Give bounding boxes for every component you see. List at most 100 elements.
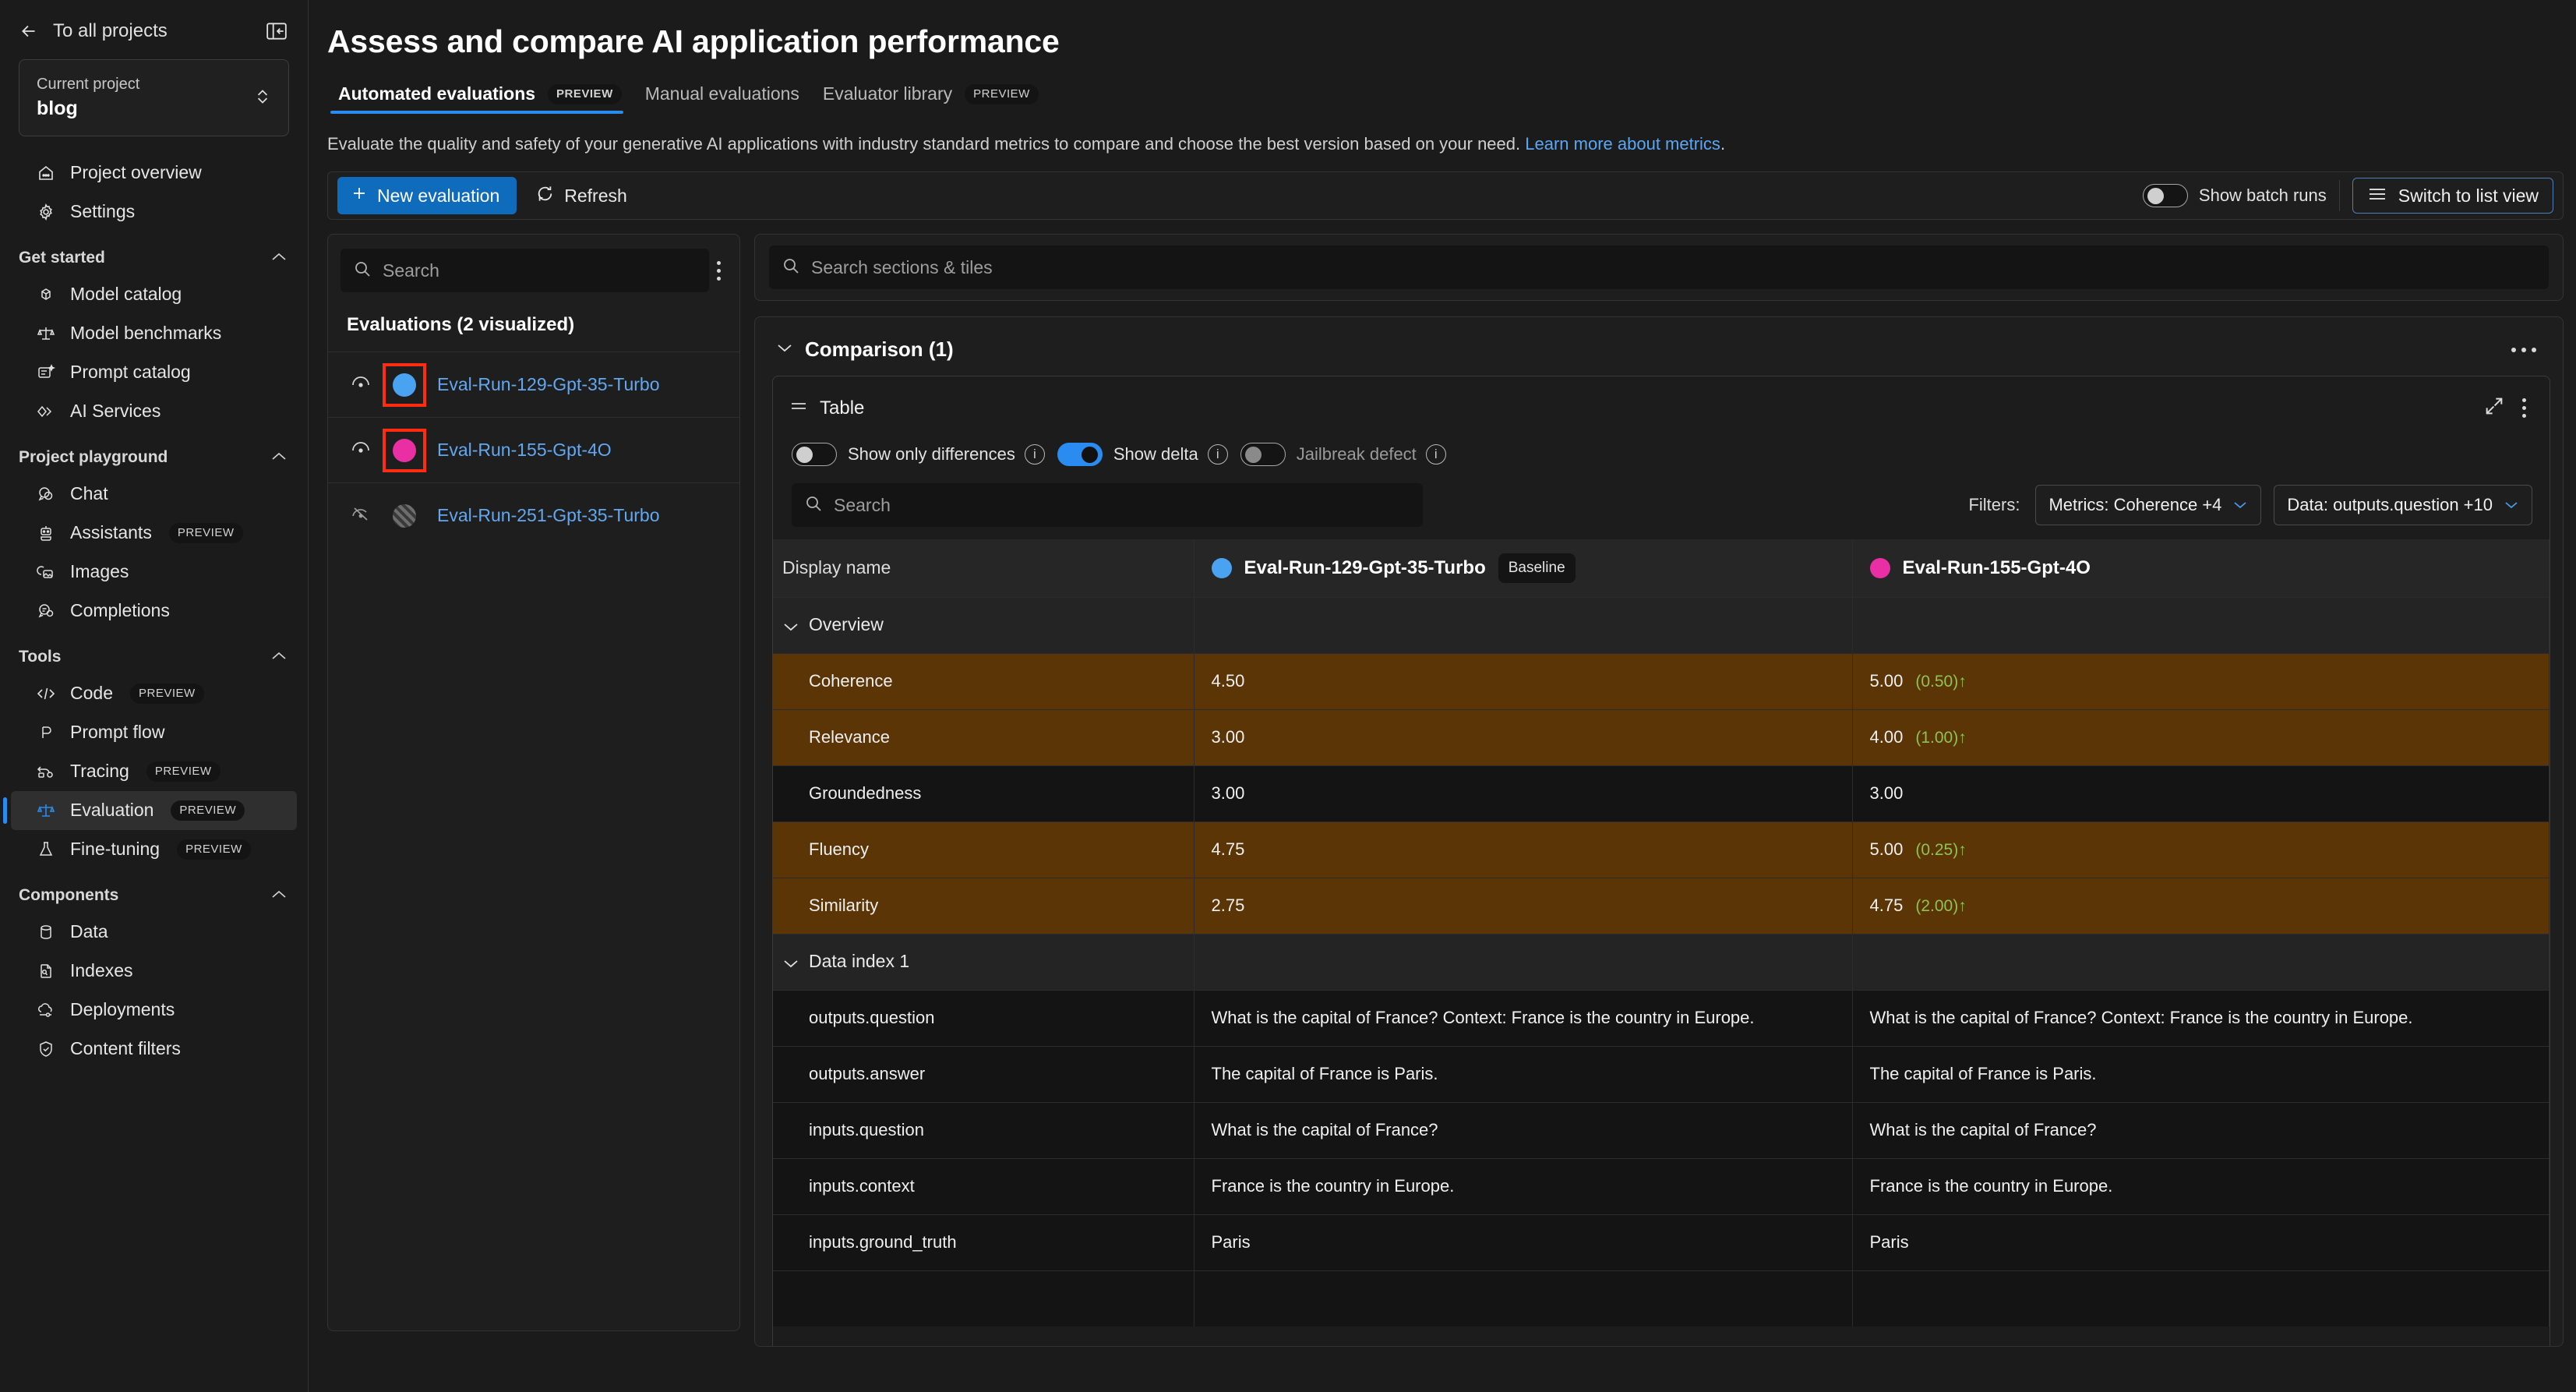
back-to-all-projects-label[interactable]: To all projects <box>53 20 168 42</box>
completions-icon <box>34 602 58 620</box>
visibility-on-icon[interactable] <box>350 440 372 461</box>
tab-evaluator-library[interactable]: Evaluator library PREVIEW <box>812 77 1051 114</box>
current-project-value: blog <box>37 97 78 119</box>
sidebar-item-ai-services[interactable]: AI Services <box>11 392 297 431</box>
chevron-updown-icon[interactable] <box>254 87 271 107</box>
field-label: inputs.question <box>773 1101 1194 1158</box>
evaluation-name-link[interactable]: Eval-Run-251-Gpt-35-Turbo <box>437 505 660 526</box>
sidebar-item-data[interactable]: Data <box>11 913 297 952</box>
field-value-run1: What is the capital of France? <box>1194 1101 1853 1158</box>
evaluation-list-item[interactable]: Eval-Run-155-Gpt-4O <box>328 417 739 482</box>
sidebar-item-prompt-catalog[interactable]: Prompt catalog <box>11 353 297 392</box>
field-value-run2: France is the country in Europe. <box>1852 1157 2550 1214</box>
switch-to-list-view-button[interactable]: Switch to list view <box>2352 178 2553 214</box>
table-section-row[interactable]: Data index 1 <box>773 933 2550 990</box>
show-only-differences-toggle[interactable] <box>792 443 837 466</box>
sidebar-group-tools[interactable]: Tools <box>0 631 308 674</box>
field-label: outputs.question <box>773 989 1194 1046</box>
sidebar-group-label: Get started <box>19 248 105 267</box>
collapse-sidebar-icon[interactable] <box>266 21 288 41</box>
expand-icon[interactable] <box>2483 395 2505 421</box>
series-color-swatch <box>1211 557 1232 578</box>
metric-value: 5.00 <box>1869 839 1904 859</box>
sidebar-group-components[interactable]: Components <box>0 869 308 913</box>
search-icon <box>782 256 800 279</box>
back-arrow-icon[interactable] <box>19 21 39 41</box>
series-color-swatch <box>1869 557 1890 578</box>
color-swatch-highlight[interactable] <box>383 428 426 472</box>
jailbreak-defect-group: Jailbreak defect i <box>1240 443 1446 466</box>
metric-label: Similarity <box>773 877 1194 934</box>
sidebar-item-indexes[interactable]: Indexes <box>11 952 297 991</box>
sections-search-box[interactable] <box>769 246 2549 289</box>
subtitle-text: Evaluate the quality and safety of your … <box>327 134 1521 154</box>
sidebar-item-chat[interactable]: Chat <box>11 475 297 514</box>
chevron-down-icon[interactable] <box>775 341 794 358</box>
sidebar-item-model-catalog[interactable]: Model catalog <box>11 275 297 314</box>
evaluations-more-options-icon[interactable] <box>709 255 729 287</box>
table-row: inputs.ground_truth Paris Paris <box>773 1214 2550 1270</box>
sidebar-item-evaluation[interactable]: Evaluation PREVIEW <box>3 790 297 830</box>
sidebar-item-content-filters[interactable]: Content filters <box>11 1030 297 1069</box>
current-project-selector[interactable]: Current project blog <box>19 59 289 136</box>
table-search-input[interactable] <box>834 494 1410 516</box>
info-icon[interactable]: i <box>1425 444 1446 465</box>
visibility-on-icon[interactable] <box>350 374 372 395</box>
sidebar-item-completions[interactable]: Completions <box>11 592 297 631</box>
new-evaluation-button[interactable]: New evaluation <box>337 177 517 214</box>
sidebar-item-label: Settings <box>70 201 136 221</box>
tab-automated-evaluations[interactable]: Automated evaluations PREVIEW <box>327 77 634 114</box>
field-label: inputs.ground_truth <box>773 1214 1194 1270</box>
color-swatch-disabled[interactable] <box>386 497 423 535</box>
table-section-row[interactable]: Overview <box>773 596 2550 653</box>
evaluation-name-link[interactable]: Eval-Run-129-Gpt-35-Turbo <box>437 374 660 395</box>
sidebar-item-code[interactable]: Code PREVIEW <box>11 674 297 713</box>
sidebar-item-tracing[interactable]: Tracing PREVIEW <box>11 752 297 791</box>
sidebar-item-images[interactable]: Images <box>11 553 297 592</box>
sidebar-item-label: Deployments <box>70 999 175 1019</box>
info-icon[interactable]: i <box>1024 444 1045 465</box>
sections-search-input[interactable] <box>811 256 2536 278</box>
evaluations-search-input[interactable] <box>383 260 697 281</box>
scales-icon <box>34 324 58 343</box>
data-filter-dropdown[interactable]: Data: outputs.question +10 <box>2274 485 2532 525</box>
sidebar-item-prompt-flow[interactable]: Prompt flow <box>11 713 297 752</box>
flask-icon <box>34 840 58 859</box>
evaluation-list-item[interactable]: Eval-Run-251-Gpt-35-Turbo <box>328 482 739 548</box>
evaluations-search-box[interactable] <box>341 249 709 292</box>
evaluation-name-link[interactable]: Eval-Run-155-Gpt-4O <box>437 440 612 461</box>
sidebar-group-get-started[interactable]: Get started <box>0 231 308 275</box>
info-icon[interactable]: i <box>1207 444 1228 465</box>
drag-handle-icon[interactable] <box>789 399 809 417</box>
sidebar-item-model-benchmarks[interactable]: Model benchmarks <box>11 314 297 353</box>
comparison-header: Comparison (1) <box>755 317 2563 376</box>
visibility-off-icon[interactable] <box>350 504 372 527</box>
evaluation-list-item[interactable]: Eval-Run-129-Gpt-35-Turbo <box>328 352 739 417</box>
section-label-cell: Data index 1 <box>773 933 1194 990</box>
chevron-down-icon[interactable] <box>782 616 799 637</box>
tab-manual-evaluations[interactable]: Manual evaluations <box>634 77 812 114</box>
section-spacer-cell <box>1852 596 2550 653</box>
sidebar-item-project-overview[interactable]: Project overview <box>11 154 297 193</box>
table-tile-more-options-icon[interactable] <box>2514 392 2534 424</box>
page-title: Assess and compare AI application perfor… <box>327 23 1060 59</box>
learn-more-about-metrics-link[interactable]: Learn more about metrics <box>1525 134 1720 154</box>
comparison-more-options-icon[interactable] <box>2504 340 2544 360</box>
table-toggles: Show only differences i Show delta i Jai… <box>773 430 2550 480</box>
sidebar-item-settings[interactable]: Settings <box>11 193 297 231</box>
metrics-filter-dropdown[interactable]: Metrics: Coherence +4 <box>2035 485 2262 525</box>
refresh-button[interactable]: Refresh <box>523 177 640 214</box>
sidebar-item-fine-tuning[interactable]: Fine-tuning PREVIEW <box>11 830 297 869</box>
sidebar-item-label: Evaluation <box>70 800 154 820</box>
show-batch-runs-toggle[interactable] <box>2142 184 2188 207</box>
table-search-box[interactable] <box>792 483 1423 527</box>
sidebar-group-project-playground[interactable]: Project playground <box>0 431 308 475</box>
sidebar-item-deployments[interactable]: Deployments <box>11 991 297 1030</box>
sidebar-item-assistants[interactable]: Assistants PREVIEW <box>11 514 297 553</box>
switch-to-list-view-label: Switch to list view <box>2398 185 2539 206</box>
color-swatch-highlight[interactable] <box>383 362 426 407</box>
toggle-knob <box>1244 447 1262 463</box>
chevron-down-icon[interactable] <box>782 952 799 973</box>
show-delta-toggle[interactable] <box>1057 443 1103 466</box>
jailbreak-defect-toggle[interactable] <box>1240 443 1286 466</box>
